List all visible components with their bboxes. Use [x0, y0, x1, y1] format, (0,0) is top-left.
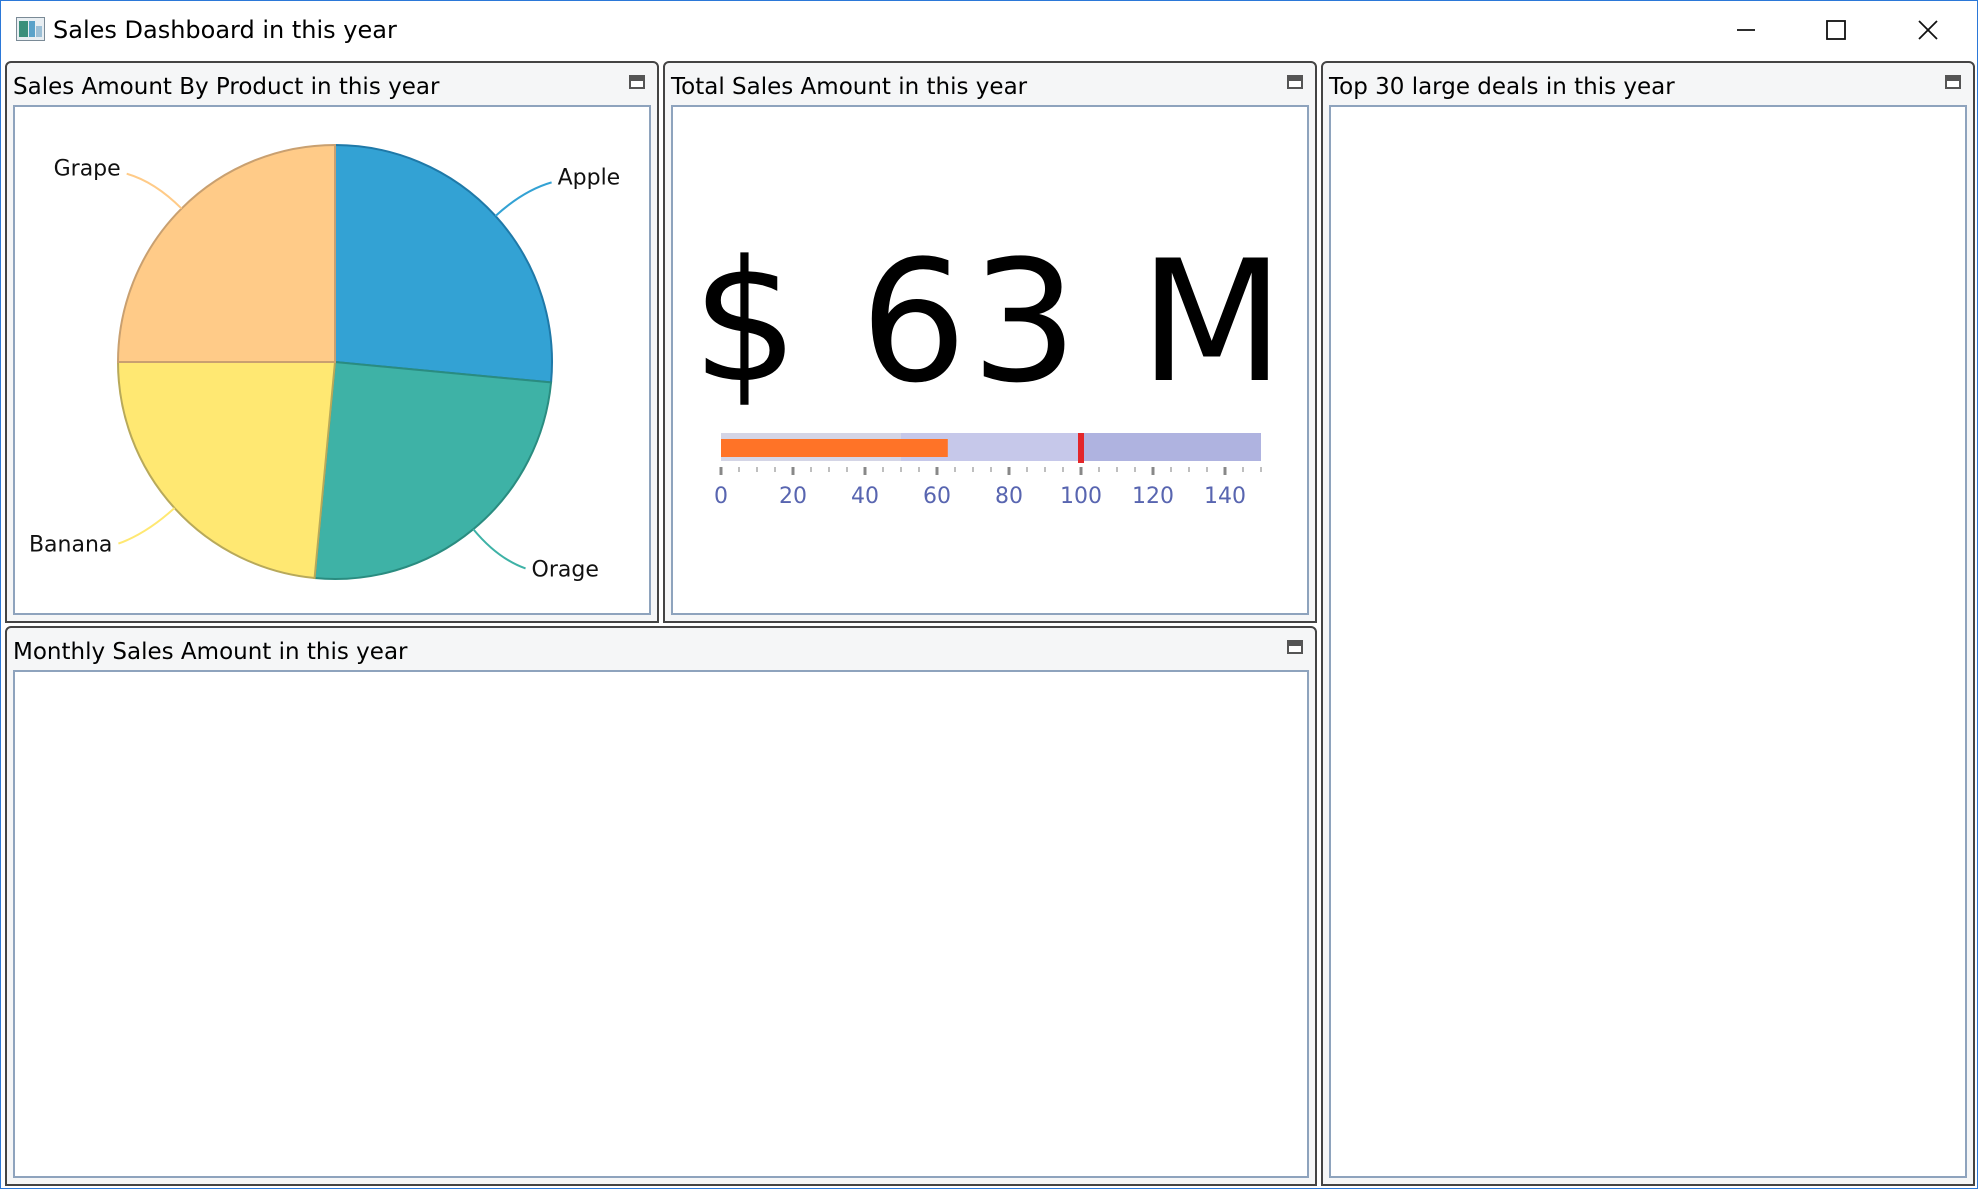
pie-label-banana: Banana [29, 533, 112, 558]
panel-title: Monthly Sales Amount in this year [13, 639, 408, 665]
gauge-minor-tick [1062, 467, 1064, 472]
gauge-minor-tick [810, 467, 812, 472]
gauge-minor-tick [918, 467, 920, 472]
gauge-minor-tick [1116, 467, 1118, 472]
minimize-button[interactable] [1701, 1, 1791, 59]
gauge-range-band [1081, 433, 1261, 461]
panel-title: Sales Amount By Product in this year [13, 74, 440, 100]
gauge-tick-label: 0 [714, 484, 728, 509]
gauge-tick-label: 40 [851, 484, 879, 509]
total-sales-area: $ 63 M 0 20 40 60 80 100 120 140 [671, 105, 1309, 615]
pie-label-grape: Grape [54, 157, 121, 182]
gauge-minor-tick [846, 467, 848, 472]
panel-minimize-icon[interactable] [1287, 75, 1303, 89]
gauge-minor-tick [1188, 467, 1190, 472]
pie-chart: Apple Orage Banana Grape [29, 143, 621, 582]
gauge-major-tick [791, 467, 795, 475]
top-deals-panel: Top 30 large deals in this year [1321, 61, 1975, 1186]
pie-chart-area: Apple Orage Banana Grape [13, 105, 651, 615]
gauge-major-tick [1223, 467, 1227, 475]
gauge-major-tick [1007, 467, 1011, 475]
gauge-major-tick [1079, 467, 1083, 475]
app-chart-icon [16, 17, 45, 41]
gauge-value-bar [721, 439, 948, 457]
gauge-major-tick [863, 467, 867, 475]
gauge-minor-tick [1260, 467, 1262, 472]
gauge-tick-label: 60 [923, 484, 951, 509]
gauge-minor-tick [1134, 467, 1136, 472]
gauge-tick-label: 140 [1204, 484, 1246, 509]
sales-by-product-panel: Sales Amount By Product in this year App… [5, 61, 659, 623]
close-icon [1918, 20, 1938, 40]
gauge-target-marker [1078, 433, 1084, 463]
gauge-minor-tick [774, 467, 776, 472]
panel-minimize-icon[interactable] [1945, 75, 1961, 89]
total-sales-panel: Total Sales Amount in this year $ 63 M 0… [663, 61, 1317, 623]
monthly-sales-area [13, 670, 1309, 1178]
gauge-minor-tick [1026, 467, 1028, 472]
panel-title: Total Sales Amount in this year [671, 74, 1028, 100]
monthly-sales-panel: Monthly Sales Amount in this year [5, 626, 1317, 1186]
gauge-minor-tick [1044, 467, 1046, 472]
gauge-tick-label: 20 [779, 484, 807, 509]
gauge-minor-tick [1098, 467, 1100, 472]
close-button[interactable] [1883, 1, 1973, 59]
gauge-tick-label: 80 [995, 484, 1023, 509]
gauge-minor-tick [900, 467, 902, 472]
maximize-button[interactable] [1791, 1, 1881, 59]
gauge-major-tick [935, 467, 939, 475]
pie-slice-grape[interactable] [116, 143, 336, 363]
gauge-minor-tick [828, 467, 830, 472]
pie-leader-line [118, 507, 176, 545]
gauge-tick-label: 120 [1132, 484, 1174, 509]
gauge-minor-tick [756, 467, 758, 472]
total-sales-value: $ 63 M [691, 224, 1289, 420]
pie-leader-line [126, 172, 183, 210]
pie-leader-line [472, 528, 526, 570]
pie-leader-line [494, 181, 552, 217]
window-title: Sales Dashboard in this year [53, 16, 397, 44]
gauge-minor-tick [738, 467, 740, 472]
maximize-icon [1826, 20, 1846, 40]
gauge-tick-label: 100 [1060, 484, 1102, 509]
panel-title: Top 30 large deals in this year [1329, 74, 1675, 100]
pie-slice-banana[interactable] [116, 361, 337, 580]
gauge-minor-tick [1242, 467, 1244, 472]
gauge-major-tick [719, 467, 723, 475]
title-bar[interactable]: Sales Dashboard in this year [1, 1, 1977, 59]
app-window: Sales Dashboard in this year Sales Amoun… [0, 0, 1978, 1189]
top-deals-area [1329, 105, 1967, 1178]
pie-slice-orage[interactable] [313, 360, 553, 580]
gauge-minor-tick [990, 467, 992, 472]
panel-minimize-icon[interactable] [1287, 640, 1303, 654]
gauge-minor-tick [972, 467, 974, 472]
gauge-minor-tick [882, 467, 884, 472]
minimize-icon [1737, 29, 1755, 31]
gauge-major-tick [1151, 467, 1155, 475]
panel-minimize-icon[interactable] [629, 75, 645, 89]
pie-label-orage: Orage [532, 557, 599, 582]
gauge-minor-tick [1170, 467, 1172, 472]
gauge-minor-tick [954, 467, 956, 472]
gauge-minor-tick [1206, 467, 1208, 472]
pie-label-apple: Apple [558, 165, 621, 190]
pie-slice-apple[interactable] [334, 143, 553, 384]
